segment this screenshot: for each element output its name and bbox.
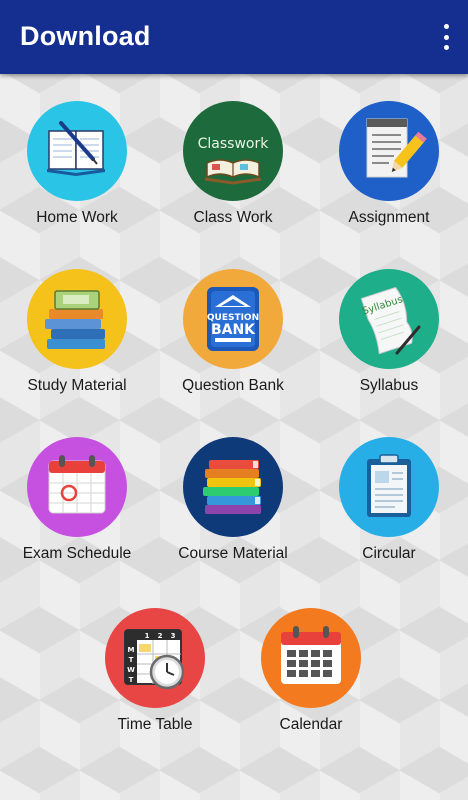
icon-text: Classwork [198,136,270,152]
tile-label: Calendar [279,716,343,733]
calendar-check-icon [27,437,127,537]
icon-text: 3 [171,632,176,640]
document-pencil-icon [339,101,439,201]
tile-label: Syllabus [359,377,419,394]
icon-text: T [129,676,134,684]
timetable-clock-icon: M T W T 1 2 3 [105,608,205,708]
page-title: Download [20,21,151,51]
more-vert-icon[interactable] [440,24,452,50]
tile-label: Study Material [27,377,127,394]
tile-exam-schedule[interactable]: Exam Schedule [2,437,152,587]
icon-text: T [129,656,134,664]
book-stack-icon [27,269,127,369]
tile-time-table[interactable]: M T W T 1 2 3 Time Table [80,608,230,758]
tile-label: Home Work [36,209,118,226]
colored-books-icon [183,437,283,537]
tile-calendar[interactable]: Calendar [236,608,386,758]
icon-text: 1 [145,632,150,640]
tile-study-material[interactable]: Study Material [2,269,152,419]
tile-course-material[interactable]: Course Material [158,437,308,587]
notebook-pen-icon [27,101,127,201]
tile-class-work[interactable]: Classwork Class Work [158,101,308,251]
tile-assignment[interactable]: Assignment [314,101,464,251]
tile-circular[interactable]: Circular [314,437,464,587]
tile-label: Class Work [193,209,273,226]
tile-label: Exam Schedule [22,545,132,562]
clipboard-icon [339,437,439,537]
calendar-grid-icon [261,608,361,708]
icon-text: BANK [211,322,256,338]
syllabus-paper-icon: Syllabus [339,269,439,369]
tile-label: Question Bank [182,377,284,394]
app-bar: Download [0,0,468,74]
tile-label: Course Material [178,545,288,562]
question-bank-icon: QUESTION BANK [183,269,283,369]
tile-label: Circular [362,545,416,562]
tile-question-bank[interactable]: QUESTION BANK Question Bank [158,269,308,419]
tile-label: Time Table [117,716,193,733]
icon-text: W [127,666,135,674]
tile-syllabus[interactable]: Syllabus Syllabus [314,269,464,419]
tile-label: Assignment [348,209,430,226]
tile-home-work[interactable]: Home Work [2,101,152,251]
icon-text: M [128,646,135,654]
icon-text: 2 [158,632,163,640]
classwork-board-icon: Classwork [183,101,283,201]
